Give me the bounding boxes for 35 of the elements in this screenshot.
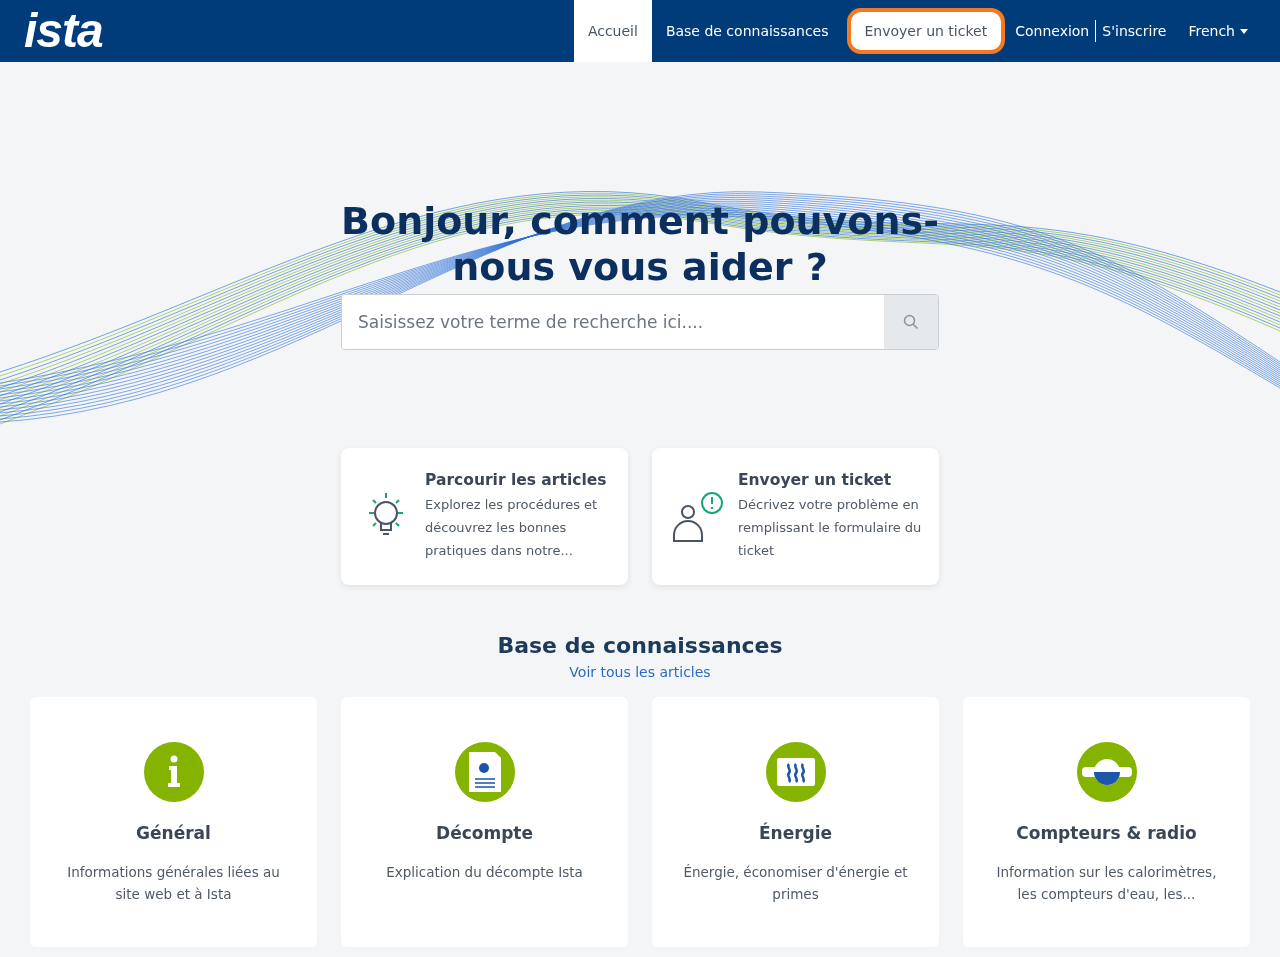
auth-link[interactable]: Connexion [1009,23,1096,39]
action-title: Envoyer un ticket [738,471,893,489]
category-description: Explication du décompte Ista [386,863,583,882]
action-card[interactable]: Envoyer un ticket Décrivez votre problème en remplissant le formulaire du ticket [652,448,939,585]
category-card[interactable]: Énergie Énergie, économiser d'énergie et primes [652,697,939,947]
category-card[interactable]: Décompte Explication du décompte Ista [341,697,628,947]
water-meter-icon [1075,741,1138,803]
category-card[interactable]: Compteurs & radio Information sur les calorimètres, les compteurs d'eau, les... [963,697,1250,947]
view-all-link[interactable]: Voir tous les articles [569,664,711,680]
category-title: Décompte [436,823,533,843]
nav-link[interactable]: Base de connaissances [651,0,843,62]
section-heading: Base de connaissances [497,633,783,658]
caret-icon [1240,28,1248,34]
nav-link[interactable]: Accueil [573,0,652,62]
action-title: Parcourir les articles [425,471,608,489]
search-icon [903,314,919,330]
category-title: Compteurs & radio [1016,823,1197,843]
category-card[interactable]: Général Informations générales liées au site web et à Ista [30,697,317,947]
logo[interactable]: ista [24,7,103,55]
category-description: Informations générales liées au site web et à Ista [66,863,281,904]
invoice-document-icon [453,741,516,803]
language-dropdown[interactable]: French [1172,23,1256,39]
category-description: Énergie, économiser d'énergie et primes [682,863,909,904]
action-description: Décrivez votre problème en remplissant le formulaire du ticket [738,496,923,560]
action-card[interactable]: Parcourir les articles Explorez les procédures et découvrez les bonnes pratiques dans notre... [341,448,628,585]
info-icon [142,741,205,803]
auth-link[interactable]: S'inscrire [1096,23,1173,39]
action-description: Explorez les procédures et découvrez les bonnes pratiques dans notre... [425,496,599,560]
search-button[interactable] [884,295,938,349]
nav-link[interactable]: Envoyer un ticket [846,8,1006,54]
radiator-icon [764,741,827,803]
search-field[interactable]: Saisissez votre terme de recherche ici.... [341,294,939,350]
category-description: Information sur les calorimètres, les compteurs d'eau, les... [995,863,1218,904]
category-title: Général [136,823,211,843]
category-title: Énergie [758,823,833,843]
